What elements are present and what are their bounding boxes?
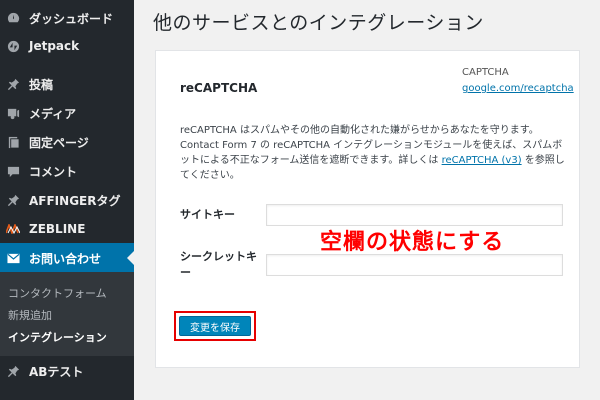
card-description: reCAPTCHA はスパムやその他の自動化された嫌がらせからあなたを守ります。… [180,123,572,183]
sidebar-item-label: コメント [29,164,78,179]
submenu-item-add-new[interactable]: 新規追加 [8,307,52,323]
captcha-label: CAPTCHA [462,67,509,78]
dashboard-icon [6,11,20,25]
recaptcha-v3-link[interactable]: reCAPTCHA (v3) [442,155,522,166]
page-title: 他のサービスとのインテグレーション [153,12,484,34]
save-button[interactable]: 変更を保存 [179,316,251,336]
secret-key-label: シークレットキー [180,250,257,279]
sidebar-item-comments[interactable]: コメント [0,156,134,186]
sidebar-item-zebline[interactable]: ZEBLINE [0,214,134,244]
sidebar-item-label: ZEBLINE [29,222,86,236]
sidebar-item-dashboard[interactable]: ダッシュボード [0,3,134,33]
sidebar-item-ab-test[interactable]: ABテスト [0,356,134,386]
sidebar-item-label: AFFINGERタグ [29,193,121,208]
submenu-item-integration[interactable]: インテグレーション [8,329,107,345]
sidebar-item-label: メディア [29,106,77,121]
sidebar-item-pages[interactable]: 固定ページ [0,127,134,157]
mail-icon [6,251,20,265]
page-icon [6,135,20,149]
sidebar-item-label: 投稿 [29,77,54,92]
site-key-input[interactable] [266,204,563,226]
sidebar-item-label: ABテスト [29,364,84,379]
sidebar-item-label: 固定ページ [29,135,89,150]
zebline-icon [6,222,20,236]
admin-sidebar: ダッシュボード Jetpack 投稿 メディア 固定ページ コメント AFFIN… [0,0,134,400]
jetpack-icon [6,39,20,53]
sidebar-item-label: Jetpack [29,39,80,53]
sidebar-item-label: ダッシュボード [29,11,114,26]
secret-key-input[interactable] [266,254,563,276]
sidebar-item-posts[interactable]: 投稿 [0,69,134,99]
comment-icon [6,164,20,178]
pin-icon [6,193,20,207]
sidebar-item-contact[interactable]: お問い合わせ [0,243,134,273]
recaptcha-link[interactable]: google.com/recaptcha [462,83,574,94]
sidebar-item-label: お問い合わせ [29,251,102,266]
sidebar-item-media[interactable]: メディア [0,98,134,128]
annotation-text: 空欄の状態にする [320,230,505,255]
submenu-item-contact-forms[interactable]: コンタクトフォーム [8,285,107,301]
pin-icon [6,364,20,378]
media-icon [6,106,20,120]
card-title: reCAPTCHA [180,81,258,95]
sidebar-item-jetpack[interactable]: Jetpack [0,31,134,61]
site-key-label: サイトキー [180,208,235,221]
contact-submenu: コンタクトフォーム 新規追加 インテグレーション [0,272,134,356]
sidebar-item-affinger-tag[interactable]: AFFINGERタグ [0,185,134,215]
pin-icon [6,77,20,91]
save-button-highlight: 変更を保存 [174,311,256,341]
